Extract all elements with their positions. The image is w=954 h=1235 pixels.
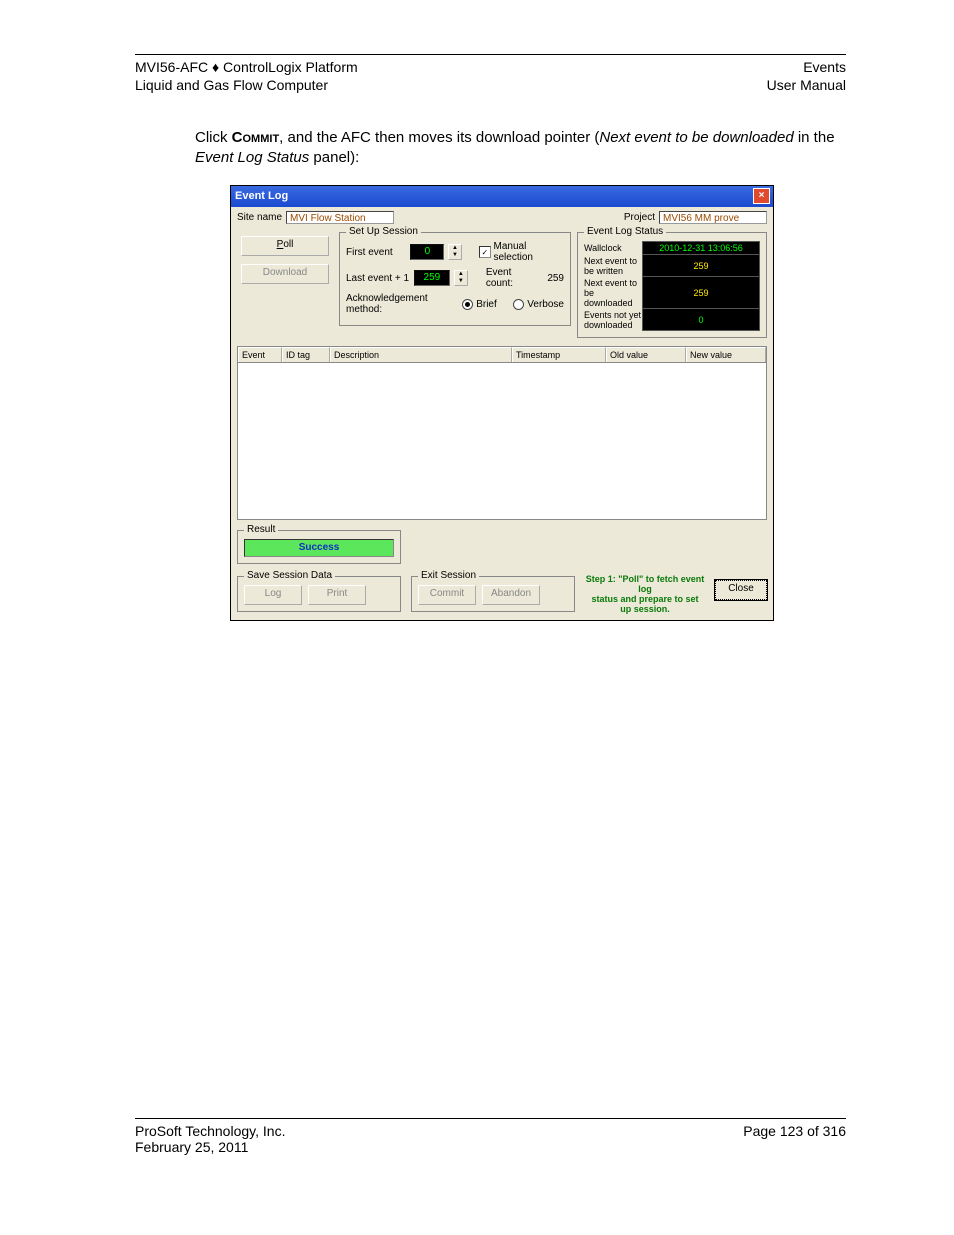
result-group: Result Success — [237, 530, 401, 564]
commit-button: Commit — [418, 585, 476, 605]
next-dl-label: Next event to be downloaded — [584, 277, 643, 309]
poll-button[interactable]: PPolloll — [241, 236, 329, 256]
result-value: Success — [244, 539, 394, 557]
col-event[interactable]: Event — [238, 347, 282, 362]
event-log-dialog: Event Log × Site name MVI Flow Station P… — [230, 185, 774, 621]
col-description[interactable]: Description — [330, 347, 512, 362]
ack-brief-radio[interactable]: Brief — [462, 299, 497, 310]
setup-session-group: Set Up Session First event 0 ▲▼ ✓ Manual… — [339, 232, 571, 326]
print-button: Print — [308, 585, 366, 605]
col-new-value[interactable]: New value — [686, 347, 766, 362]
last-event-value[interactable]: 259 — [414, 270, 450, 286]
event-count-value: 259 — [547, 273, 564, 284]
event-table-header: Event ID tag Description Timestamp Old v… — [237, 346, 767, 363]
log-button: Log — [244, 585, 302, 605]
next-write-label: Next event to be written — [584, 255, 643, 277]
last-event-label: Last event + 1 — [346, 273, 410, 284]
footer-company: ProSoft Technology, Inc. — [135, 1123, 285, 1139]
header-left-2: Liquid and Gas Flow Computer — [135, 77, 358, 95]
ack-verbose-radio[interactable]: Verbose — [513, 299, 564, 310]
col-id-tag[interactable]: ID tag — [282, 347, 330, 362]
site-name-label: Site name — [237, 212, 282, 223]
manual-selection-checkbox[interactable]: ✓ Manual selection — [479, 241, 564, 263]
page-footer: ProSoft Technology, Inc. February 25, 20… — [135, 1118, 846, 1155]
header-left-1: MVI56-AFC ♦ ControlLogix Platform — [135, 59, 358, 77]
page-header: MVI56-AFC ♦ ControlLogix Platform Liquid… — [135, 59, 846, 94]
result-legend: Result — [244, 524, 278, 535]
event-count-label: Event count: — [486, 267, 542, 289]
close-button[interactable]: Close — [715, 580, 767, 600]
not-dl-label: Events not yet downloaded — [584, 309, 643, 331]
event-log-status-group: Event Log Status Wallclock 2010-12-31 13… — [577, 232, 767, 338]
first-event-value[interactable]: 0 — [410, 244, 444, 260]
project-field[interactable]: MVI56 MM prove — [659, 211, 767, 224]
header-rule — [135, 54, 846, 55]
save-legend: Save Session Data — [244, 570, 335, 581]
wallclock-label: Wallclock — [584, 242, 643, 255]
first-event-spinner[interactable]: ▲▼ — [448, 244, 461, 260]
not-dl-value: 0 — [643, 309, 760, 331]
project-label: Project — [624, 212, 655, 223]
abandon-button: Abandon — [482, 585, 540, 605]
site-name-field[interactable]: MVI Flow Station — [286, 211, 394, 224]
footer-page: Page 123 of 316 — [743, 1123, 846, 1155]
checkbox-icon: ✓ — [479, 246, 490, 258]
close-icon[interactable]: × — [753, 188, 770, 204]
last-event-spinner[interactable]: ▲▼ — [454, 270, 468, 286]
download-button: Download — [241, 264, 329, 284]
next-write-value: 259 — [643, 255, 760, 277]
status-legend: Event Log Status — [584, 226, 666, 237]
wallclock-value: 2010-12-31 13:06:56 — [643, 242, 760, 255]
header-right-2: User Manual — [767, 77, 846, 95]
save-session-group: Save Session Data Log Print — [237, 576, 401, 612]
ack-method-label: Acknowledgement method: — [346, 293, 449, 315]
exit-session-group: Exit Session Commit Abandon — [411, 576, 575, 612]
first-event-label: First event — [346, 247, 406, 258]
step-hint: Step 1: "Poll" to fetch event log status… — [585, 572, 705, 614]
setup-legend: Set Up Session — [346, 226, 421, 237]
col-timestamp[interactable]: Timestamp — [512, 347, 606, 362]
window-title: Event Log — [235, 190, 288, 202]
col-old-value[interactable]: Old value — [606, 347, 686, 362]
footer-date: February 25, 2011 — [135, 1139, 285, 1155]
event-table-body[interactable] — [237, 363, 767, 520]
exit-legend: Exit Session — [418, 570, 479, 581]
header-right-1: Events — [767, 59, 846, 77]
body-paragraph: Click Commit, and the AFC then moves its… — [195, 128, 846, 167]
titlebar[interactable]: Event Log × — [231, 186, 773, 207]
next-dl-value: 259 — [643, 277, 760, 309]
